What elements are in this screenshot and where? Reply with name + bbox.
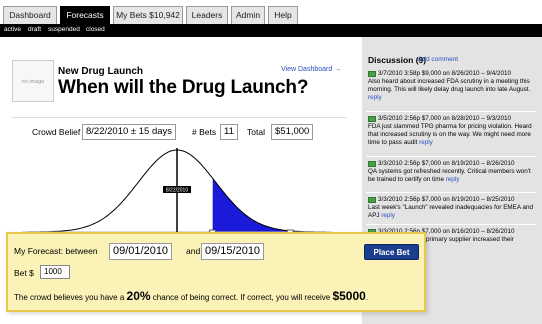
money-icon bbox=[368, 116, 376, 122]
money-icon bbox=[368, 161, 376, 167]
discussion-meta: 3/5/2010 2:56p $7,000 on 8/28/2010 – 9/3… bbox=[378, 115, 512, 122]
payout-value: $5000 bbox=[332, 289, 366, 303]
distribution-chart: 8/22/2010 bbox=[22, 148, 332, 236]
money-icon bbox=[368, 71, 376, 77]
reply-link[interactable]: reply bbox=[368, 94, 382, 101]
discussion-meta: 3/3/2010 2:56p $7,000 on 8/19/2010 – 8/2… bbox=[378, 196, 515, 203]
odds-middle: chance of being correct. If correct, you… bbox=[152, 293, 331, 302]
bet-label: Bet $ bbox=[14, 268, 34, 278]
discussion-meta: 3/3/2010 2:56p $7,000 on 8/19/2010 – 8/2… bbox=[378, 160, 515, 167]
discussion-item: 3/5/2010 2:56p $7,000 on 8/28/2010 – 9/3… bbox=[368, 115, 536, 147]
selected-forecast-area bbox=[212, 178, 291, 232]
odds-value: 20% bbox=[126, 289, 151, 303]
odds-statement: The crowd believes you have a 20% chance… bbox=[14, 289, 368, 303]
forecast-start-date-input[interactable]: 09/01/2010 bbox=[109, 243, 173, 260]
discussion-item: 3/3/2010 2:56p $7,000 on 8/19/2010 – 8/2… bbox=[368, 160, 536, 184]
reply-link[interactable]: reply bbox=[419, 139, 433, 146]
forecast-end-date-input[interactable]: 09/15/2010 bbox=[201, 243, 265, 260]
discussion-item: 3/3/2010 2:56p $7,000 on 8/19/2010 – 8/2… bbox=[368, 196, 536, 220]
place-bet-button[interactable]: Place Bet bbox=[364, 244, 419, 260]
add-comment-link[interactable]: Add comment bbox=[418, 56, 458, 63]
divider bbox=[366, 192, 536, 193]
divider bbox=[366, 224, 536, 225]
odds-prefix: The crowd believes you have a bbox=[14, 293, 125, 302]
discussion-text: Also heard about increased FDA scrutiny … bbox=[368, 78, 531, 93]
bet-amount-input[interactable]: 1000 bbox=[40, 265, 70, 279]
discussion-text: FDA just slammed TPG pharma for pricing … bbox=[368, 123, 532, 146]
reply-link[interactable]: reply bbox=[381, 212, 395, 219]
divider bbox=[366, 156, 536, 157]
reply-link[interactable]: reply bbox=[446, 176, 460, 183]
mean-label: 8/22/2010 bbox=[166, 188, 188, 194]
discussion-text: primary supplier increased their bbox=[426, 236, 514, 243]
odds-suffix: . bbox=[365, 293, 369, 302]
divider bbox=[366, 111, 536, 112]
forecast-panel: My Forecast: between 09/01/2010 and 09/1… bbox=[6, 232, 426, 312]
money-icon bbox=[368, 197, 376, 203]
discussion-item: 3/7/2010 3:58p $9,000 on 8/26/2010 – 9/4… bbox=[368, 70, 536, 102]
discussion-meta: 3/7/2010 3:58p $9,000 on 8/26/2010 – 9/4… bbox=[378, 70, 512, 77]
forecast-label: My Forecast: between bbox=[14, 246, 98, 256]
and-label: and bbox=[186, 246, 201, 256]
